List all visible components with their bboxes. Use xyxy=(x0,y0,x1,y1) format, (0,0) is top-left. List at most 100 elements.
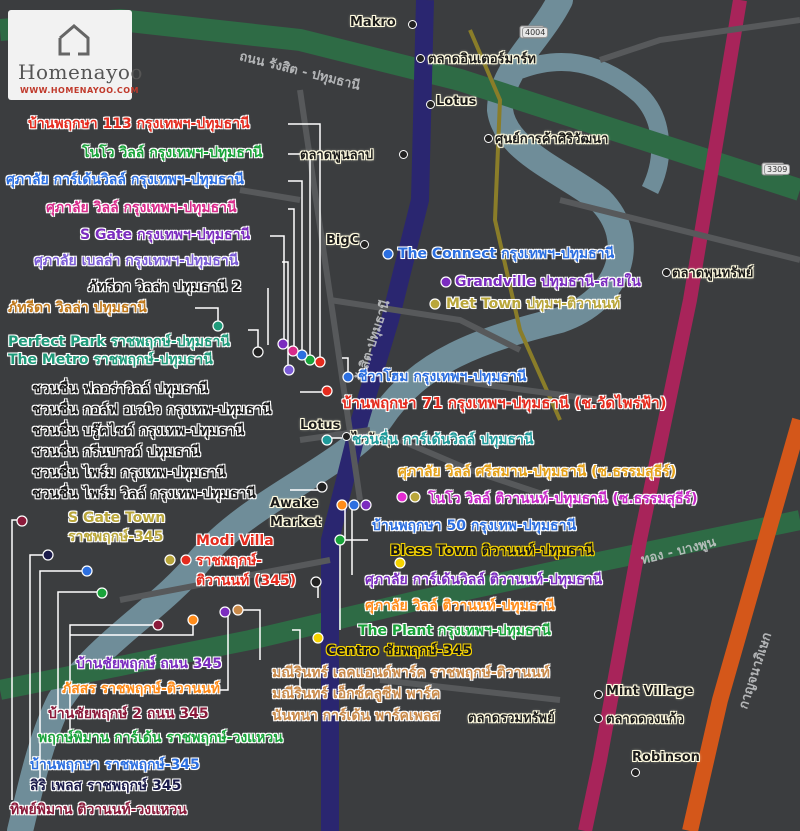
marker-prueksa50 xyxy=(336,499,348,511)
label-grandville[interactable]: Grandville ปทุมธานี-สายใน xyxy=(455,274,641,290)
marker-prueksa50b xyxy=(348,499,360,511)
label-the-plant[interactable]: The Plant กรุงเทพฯ-ปทุมธานี xyxy=(358,623,551,639)
marker-prueksa71 xyxy=(321,385,333,397)
place-dot xyxy=(408,20,417,29)
label-chuan-golf[interactable]: ชวนชื่น กอล์ฟ อเวนิว กรุงเทพ-ปทุมธานี xyxy=(32,402,272,418)
label-chuan-flora[interactable]: ชวนชื่น ฟลอร่าวิลล์ ปทุมธานี xyxy=(32,381,208,397)
place-lotus-top: Lotus xyxy=(436,94,477,109)
label-perfect-park[interactable]: Perfect Park ราชพฤกษ์-ปทุมธานี xyxy=(8,334,230,350)
label-s-gate[interactable]: S Gate กรุงเทพฯ-ปทุมธานี xyxy=(80,227,250,243)
label-prueksa-71[interactable]: บ้านพฤกษา 71 กรุงเทพฯ-ปทุมธานี (ช.วัดไพร… xyxy=(342,395,667,411)
place-dot xyxy=(426,100,435,109)
label-modi-villa[interactable]: Modi Villa xyxy=(196,533,274,549)
marker-supalai-ville xyxy=(287,345,299,357)
label-the-connect[interactable]: The Connect กรุงเทพฯ-ปทุมธานี xyxy=(398,246,614,262)
marker-patrida2 xyxy=(252,346,264,358)
place-awake: Awake xyxy=(270,496,318,511)
marker-supalai-srisaman xyxy=(396,491,408,503)
label-s-gate-town[interactable]: S Gate Town xyxy=(68,510,165,526)
label-chaipruek-2[interactable]: บ้านชัยพฤกษ์ 2 ถนน 345 xyxy=(48,706,209,722)
label-patrida-villa[interactable]: ภัทรีดา วิลล่า ปทุมธานี xyxy=(8,300,147,316)
marker-connect xyxy=(382,248,394,260)
place-dot xyxy=(594,714,603,723)
place-sirivatana: ศูนย์การค้าศิริวัฒนา xyxy=(495,132,609,147)
marker-prueksphiman xyxy=(96,587,108,599)
label-met-town[interactable]: Met Town ปทุมฯ-ติวานนท์ xyxy=(446,296,620,312)
place-dot xyxy=(342,432,351,441)
label-supalai-garden-ville[interactable]: ศุภาลัย การ์เด้นวิลล์ กรุงเทพฯ-ปทุมธานี xyxy=(6,172,244,188)
label-supalai-srisaman[interactable]: ศุภาลัย วิลล์ ศรีสมาน-ปทุมธานี (ซ.ธรรมสุ… xyxy=(398,464,676,480)
label-prueksa-50[interactable]: บ้านพฤกษา 50 กรุงเทพ-ปทุมธานี xyxy=(372,518,576,534)
homenayoo-logo: Homenayoo WWW.HOMENAYOO.COM xyxy=(8,10,142,100)
place-dot xyxy=(662,268,671,277)
label-supalai-garden-tiwanon[interactable]: ศุภาลัย การ์เด้นวิลล์ ติวานนท์-ปทุมธานี xyxy=(365,572,602,588)
label-tippimarn[interactable]: ทิพย์พิมาน ติวานนท์-วงแหวน xyxy=(10,802,187,818)
marker-modi xyxy=(180,554,192,566)
logo-url: WWW.HOMENAYOO.COM xyxy=(20,86,140,95)
marker-the-plant xyxy=(334,534,346,546)
place-lotus-mid: Lotus xyxy=(300,418,341,433)
label-centro[interactable]: Centro ชัยพฤกษ์-345 xyxy=(326,643,472,659)
marker-supalai-bella xyxy=(283,364,295,376)
marker-prueksa50c xyxy=(360,499,372,511)
place-talad-duangkaew: ตลาดดวงแก้ว xyxy=(606,712,684,727)
place-talad-inter: ตลาดอินเตอร์มาร์ท xyxy=(428,52,536,67)
marker-grandville xyxy=(440,276,452,288)
label-nantana-garden[interactable]: นันทนา การ์เด้น พาร์คเพลส xyxy=(272,708,440,724)
label-modi-villa-2[interactable]: ราชพฤกษ์- xyxy=(196,553,262,569)
label-passorn[interactable]: ภัสสร ราชพฤกษ์-ติวานนท์ xyxy=(62,681,220,697)
label-the-metro[interactable]: The Metro ราชพฤกษ์-ปทุมธานี xyxy=(8,352,213,368)
marker-chuan-garden xyxy=(321,434,333,446)
place-mint: Mint Village xyxy=(606,684,694,699)
label-chaipruek-345[interactable]: บ้านชัยพฤกษ์ ถนน 345 xyxy=(76,656,222,672)
marker-prueksa113 xyxy=(314,356,326,368)
marker-centro xyxy=(312,632,324,644)
label-manirin-lake[interactable]: มณีรินทร์ เลคแอนด์พาร์ค ราชพฤกษ์-ติวานนท… xyxy=(272,665,550,681)
place-bigc: BigC xyxy=(326,233,360,248)
label-siri-place[interactable]: สิริ เพลส ราชพฤกษ์ 345 xyxy=(30,778,181,794)
place-dot xyxy=(416,54,425,63)
place-makro: Makro xyxy=(350,15,396,30)
label-chuan-prime[interactable]: ชวนชื่น ไพร์ม กรุงเทพ-ปทุมธานี xyxy=(32,465,226,481)
label-supalai-bella[interactable]: ศุภาลัย เบลล่า กรุงเทพฯ-ปทุมธานี xyxy=(34,253,238,269)
route-3309: 3309 xyxy=(764,164,791,175)
marker-chaipruek2 xyxy=(152,619,164,631)
marker-chuan-prime2 xyxy=(310,576,322,588)
place-dot xyxy=(631,768,640,777)
label-chuan-greenbound[interactable]: ชวนชื่น กรีนบาวด์ ปทุมธานี xyxy=(32,444,200,460)
house-logo-icon xyxy=(58,24,90,56)
label-manirin-exclusive[interactable]: มณีรินทร์ เอ็กซ์คลูซีฟ พาร์ค xyxy=(272,686,440,702)
route-4004: 4004 xyxy=(522,27,549,38)
marker-novo-tiwanon xyxy=(409,491,421,503)
marker-bless xyxy=(394,557,406,569)
marker-patrida xyxy=(212,320,224,332)
marker-sgate xyxy=(277,338,289,350)
label-prueksphiman[interactable]: พฤกษ์พิมาน การ์เด้น ราชพฤกษ์-วงแหวน xyxy=(38,730,283,746)
place-dot xyxy=(594,690,603,699)
label-patrida-villa-2[interactable]: ภัทรีดา วิลล่า ปทุมธานี 2 xyxy=(88,279,242,295)
label-prueksa-345[interactable]: บ้านพฤกษา ราชพฤกษ์-345 xyxy=(30,757,200,773)
marker-chaipruek xyxy=(219,606,231,618)
label-chuan-prime-ville[interactable]: ชวนชื่น ไพร์ม วิลล์ กรุงเทพ-ปทุมธานี xyxy=(32,486,256,502)
place-dot xyxy=(484,134,493,143)
label-prueksa-113[interactable]: บ้านพฤกษา 113 กรุงเทพฯ-ปทุมธานี xyxy=(28,116,250,132)
kanchana-road xyxy=(682,417,800,831)
place-talad-poonsap: ตลาดพูนทรัพย์ xyxy=(672,266,754,281)
label-s-gate-town-2[interactable]: ราชพฤกษ์-345 xyxy=(68,529,163,545)
label-novo-tiwanon[interactable]: โนโว วิลล์ ติวานนท์-ปทุมธานี (ซ.ธรรมสุธี… xyxy=(428,491,697,507)
label-supalai-ville-tiwanon[interactable]: ศุภาลัย วิลล์ ติวานนท์-ปทุมธานี xyxy=(365,598,555,614)
place-robinson: Robinson xyxy=(632,750,700,765)
label-modi-villa-3[interactable]: ติวานนท์ (345) xyxy=(196,573,296,589)
label-chuan-brookside[interactable]: ชวนชื่น บรู๊คไซด์ กรุงเทพ-ปทุมธานี xyxy=(32,423,244,439)
place-talad-poonlap: ตลาดพูนลาป xyxy=(300,148,374,163)
label-chuan-garden-ville[interactable]: ชวนชื่น การ์เด้นวิลล์ ปทุมธานี xyxy=(352,432,533,448)
logo-name: Homenayoo xyxy=(18,60,143,84)
label-novo-ville[interactable]: โนโว วิลล์ กรุงเทพฯ-ปทุมธานี xyxy=(82,145,262,161)
label-bless-town[interactable]: Bless Town ติวานนท์-ปทุมธานี xyxy=(390,543,594,559)
marker-siri xyxy=(42,549,54,561)
label-chewa-home[interactable]: ชีวาโฮม กรุงเทพฯ-ปทุมธานี xyxy=(358,369,526,385)
marker-tippimarn xyxy=(16,515,28,527)
marker-manirin xyxy=(232,604,244,616)
label-supalai-ville[interactable]: ศุภาลัย วิลล์ กรุงเทพฯ-ปทุมธานี xyxy=(46,200,237,216)
place-dot xyxy=(360,240,369,249)
